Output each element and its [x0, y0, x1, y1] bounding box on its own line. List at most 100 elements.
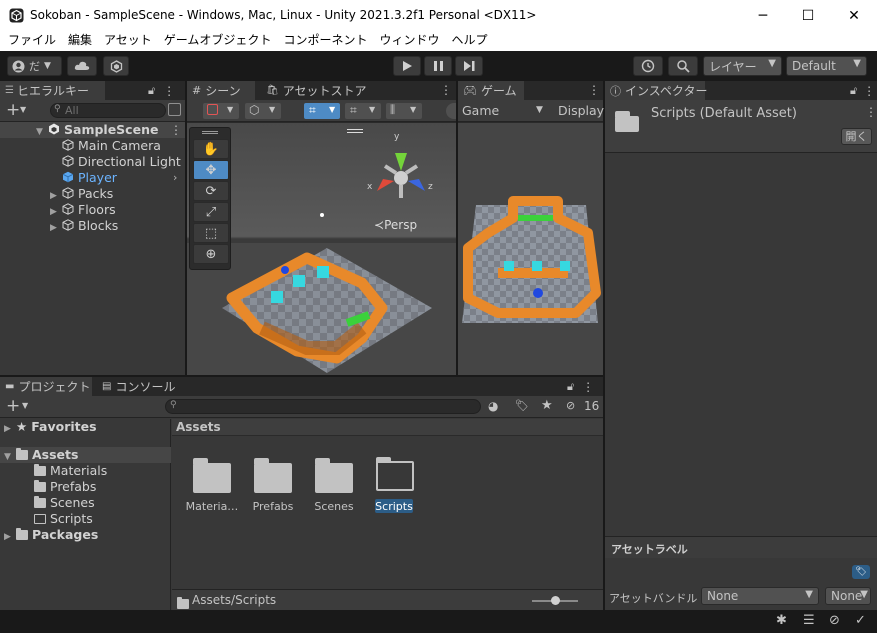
hierarchy-item[interactable]: ▶ Floors: [50, 202, 116, 218]
snap-settings-dropdown[interactable]: ⌗ ▼: [345, 103, 381, 119]
projection-toggle[interactable]: ≺Persp: [374, 218, 417, 232]
add-icon[interactable]: +: [6, 396, 20, 416]
favorite-star-icon[interactable]: ★: [541, 398, 553, 413]
menu-assets[interactable]: アセット: [98, 31, 158, 50]
kebab-menu-icon[interactable]: ⋮: [440, 81, 452, 100]
kebab-menu-icon[interactable]: ⋮: [582, 380, 594, 394]
game-view-dropdown[interactable]: Game ▼: [460, 102, 548, 119]
menu-edit[interactable]: 編集: [62, 31, 98, 50]
layers-dropdown[interactable]: レイヤー ▼: [703, 56, 782, 76]
folder-item-selected[interactable]: Scripts: [34, 511, 93, 527]
view-tool-button[interactable]: ✋: [193, 139, 229, 159]
check-icon[interactable]: ✓: [855, 613, 866, 628]
lock-icon[interactable]: 🔓︎: [850, 84, 857, 98]
chevron-down-icon[interactable]: ▼: [20, 105, 26, 114]
expand-arrow-icon[interactable]: ▼: [36, 124, 48, 140]
favorites-item[interactable]: ▶ ★ Favorites: [4, 419, 97, 435]
tab-project[interactable]: ▬ プロジェクト: [0, 377, 92, 396]
hierarchy-item[interactable]: ▶ Blocks: [50, 218, 118, 234]
folder-icon[interactable]: [254, 458, 292, 493]
hierarchy-item-player[interactable]: Player: [62, 170, 117, 186]
expand-arrow-icon[interactable]: ▶: [50, 220, 62, 236]
label-tag-icon[interactable]: 🏷︎: [852, 565, 870, 579]
hierarchy-search-input[interactable]: All: [50, 103, 166, 118]
expand-arrow-icon[interactable]: ▶: [4, 529, 16, 545]
assets-item[interactable]: ▼ Assets: [4, 447, 78, 463]
menu-file[interactable]: ファイル: [0, 31, 62, 50]
layout-dropdown[interactable]: Default ▼: [786, 56, 867, 76]
minimize-button[interactable]: ─: [740, 0, 786, 31]
shading-dropdown[interactable]: ⬡ ▼: [245, 103, 281, 119]
kebab-menu-icon[interactable]: ⋮: [163, 84, 175, 98]
hidden-packages-icon[interactable]: ⊘: [566, 399, 575, 412]
scene-root-item[interactable]: ▼ SampleScene: [36, 122, 158, 138]
pause-button[interactable]: [424, 56, 452, 76]
kebab-menu-icon[interactable]: ⋮: [170, 122, 182, 138]
rect-tool-button[interactable]: ⬚: [193, 223, 229, 243]
asset-bundle-dropdown[interactable]: None ▼: [701, 587, 819, 605]
step-button[interactable]: [455, 56, 483, 76]
folder-item[interactable]: Materials: [34, 463, 107, 479]
draw-mode-dropdown[interactable]: ▼: [203, 103, 239, 119]
tab-game[interactable]: 🎮︎ ゲーム: [458, 81, 524, 100]
display-dropdown[interactable]: Display: [558, 102, 604, 119]
scene-viewport[interactable]: y x z ≺Persp ✋ ✥ ⟳ ⤢ ⬚ ⊕: [187, 123, 456, 375]
folder-icon[interactable]: [193, 458, 231, 493]
scale-tool-button[interactable]: ⤢: [193, 202, 229, 222]
slider-thumb[interactable]: [551, 596, 560, 605]
open-button[interactable]: 開く: [841, 128, 872, 145]
increment-snap-dropdown[interactable]: ⫼ ▼: [386, 103, 422, 119]
tab-console[interactable]: ▤ コンソール: [97, 377, 177, 396]
folder-icon[interactable]: [315, 458, 353, 493]
lock-icon[interactable]: 🔓︎: [567, 380, 574, 394]
asset-bundle-variant-dropdown[interactable]: None ▼: [825, 587, 871, 605]
play-button[interactable]: [393, 56, 421, 76]
scene-search-icon[interactable]: [168, 103, 181, 116]
rotate-tool-button[interactable]: ⟳: [193, 181, 229, 201]
kebab-menu-icon[interactable]: ⋮: [588, 81, 600, 100]
open-folder-icon[interactable]: [376, 457, 414, 491]
menu-help[interactable]: ヘルプ: [445, 31, 493, 50]
breadcrumb[interactable]: Assets: [176, 420, 221, 434]
hierarchy-item[interactable]: Main Camera: [62, 138, 161, 154]
lock-icon[interactable]: 🔓︎: [148, 84, 155, 98]
folder-item[interactable]: Scenes: [34, 495, 95, 511]
hierarchy-item[interactable]: Directional Light: [62, 154, 181, 170]
tab-asset-store[interactable]: 🛍︎ アセットストア: [261, 81, 371, 100]
menu-gameobject[interactable]: ゲームオブジェクト: [158, 31, 278, 50]
chevron-down-icon[interactable]: ▼: [22, 401, 28, 410]
expand-arrow-icon[interactable]: ▼: [4, 449, 16, 465]
game-viewport[interactable]: [458, 123, 603, 375]
tab-inspector[interactable]: ⓘ インスペクター: [605, 81, 707, 100]
menu-component[interactable]: コンポーネント: [277, 31, 373, 50]
chevron-right-icon[interactable]: ›: [173, 170, 177, 186]
folder-item[interactable]: Prefabs: [34, 479, 96, 495]
maximize-button[interactable]: ☐: [785, 0, 831, 31]
tab-hierarchy[interactable]: ☰ ヒエラルキー: [0, 81, 105, 100]
kebab-menu-icon[interactable]: ⋮: [865, 105, 877, 119]
account-dropdown[interactable]: だ ▼: [7, 56, 62, 76]
layers-icon[interactable]: ☰: [803, 613, 815, 628]
cloud-button[interactable]: [67, 56, 97, 76]
filter-label-icon[interactable]: 🏷︎: [515, 399, 529, 412]
transform-tool-button[interactable]: ⊕: [193, 244, 229, 264]
kebab-menu-icon[interactable]: ⋮: [863, 84, 875, 98]
move-tool-button[interactable]: ✥: [193, 160, 229, 180]
packages-item[interactable]: ▶ Packages: [4, 527, 98, 543]
tab-scene[interactable]: # シーン: [187, 81, 255, 100]
undo-history-button[interactable]: [633, 56, 663, 76]
collab-button[interactable]: [103, 56, 129, 76]
add-icon[interactable]: +: [6, 100, 20, 120]
drag-handle-icon[interactable]: [347, 129, 363, 133]
close-button[interactable]: ✕: [831, 0, 877, 31]
overlay-handle-icon[interactable]: [202, 131, 218, 134]
menu-window[interactable]: ウィンドウ: [373, 31, 445, 50]
filter-type-icon[interactable]: ◕: [488, 399, 498, 413]
project-search-input[interactable]: [165, 399, 481, 414]
expand-arrow-icon[interactable]: ▶: [4, 421, 16, 437]
bug-icon[interactable]: ✱: [776, 613, 787, 628]
grid-snap-toggle[interactable]: ⌗ ▼: [304, 103, 340, 119]
search-button[interactable]: [668, 56, 698, 76]
hierarchy-item[interactable]: ▶ Packs: [50, 186, 113, 202]
auto-generate-icon[interactable]: ⊘: [829, 613, 840, 628]
